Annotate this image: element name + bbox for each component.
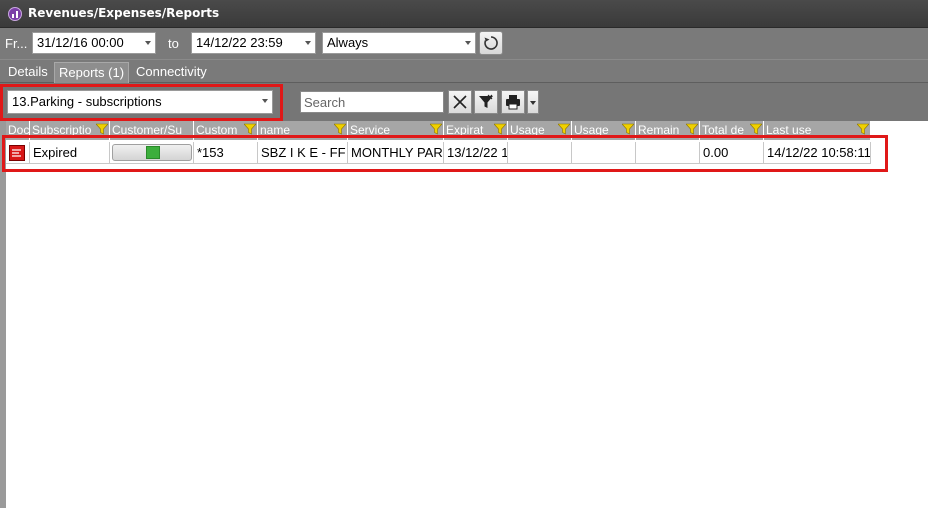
refresh-button[interactable] [479,31,503,55]
funnel-icon[interactable] [622,123,634,135]
grid-left-strip [0,121,6,508]
funnel-icon[interactable] [96,123,108,135]
refresh-icon [484,36,498,50]
funnel-icon[interactable] [686,123,698,135]
printer-icon [506,95,520,110]
close-icon [453,95,467,109]
date-filter-bar: Fr... 31/12/16 00:00 to 14/12/22 23:59 A… [0,28,928,59]
chevron-down-icon[interactable] [465,41,471,45]
funnel-icon[interactable] [334,123,346,135]
tab-connectivity[interactable]: Connectivity [132,62,211,84]
table-row[interactable]: Expired *153 SBZ I K E - FF MONTHLY PAR … [6,142,871,164]
customer-button[interactable] [112,144,192,161]
column-header-subscription[interactable]: Subscriptio [30,121,110,140]
column-header-usage-2[interactable]: Usage [572,121,636,140]
column-header-usage[interactable]: Usage [508,121,572,140]
report-select[interactable]: 13.Parking - subscriptions [7,90,273,114]
from-date-value: 31/12/16 00:00 [37,35,124,50]
column-header-customer[interactable]: Customer/Su [110,121,194,140]
funnel-icon[interactable] [430,123,442,135]
cell-customer[interactable] [110,142,194,164]
period-value: Always [327,35,369,50]
cell-last-use: 14/12/22 10:58:11 [764,142,871,164]
cell-total: 0.00 [700,142,764,164]
column-header-name[interactable]: name [258,121,348,140]
user-icon [146,146,160,159]
tab-bar: Details Reports (1) Connectivity [0,59,928,84]
to-date-value: 14/12/22 23:59 [196,35,283,50]
funnel-icon[interactable] [857,123,869,135]
search-input[interactable] [300,91,444,113]
print-button[interactable] [501,90,525,114]
report-toolbar: 13.Parking - subscriptions [0,83,928,121]
funnel-icon [479,94,493,108]
funnel-icon[interactable] [244,123,256,135]
to-label: to [168,36,179,51]
window-title: Revenues/Expenses/Reports [28,6,220,20]
chevron-down-icon[interactable] [262,99,268,103]
funnel-icon[interactable] [494,123,506,135]
chart-icon [8,7,22,21]
cell-customer-code: *153 [194,142,258,164]
column-header-expiration[interactable]: Expirat [444,121,508,140]
funnel-icon[interactable] [558,123,570,135]
to-date-combo[interactable]: 14/12/22 23:59 [191,32,316,54]
cell-service: MONTHLY PAR [348,142,444,164]
cell-expiration: 13/12/22 1 [444,142,508,164]
cell-usage [508,142,572,164]
clear-search-button[interactable] [448,90,472,114]
document-icon[interactable] [9,145,25,161]
column-header-service[interactable]: Service [348,121,444,140]
column-header-total[interactable]: Total de [700,121,764,140]
funnel-icon[interactable] [750,123,762,135]
title-bar: Revenues/Expenses/Reports [0,0,928,28]
cell-subscription: Expired [30,142,110,164]
period-select[interactable]: Always [322,32,476,54]
column-header-last-use[interactable]: Last use [764,121,871,140]
chevron-down-icon[interactable] [305,41,311,45]
column-header-remaining[interactable]: Remain [636,121,700,140]
cell-name: SBZ I K E - FF [258,142,348,164]
grid-header: Doc Subscriptio Customer/Su Custom name … [6,121,871,140]
cell-usage-2 [572,142,636,164]
column-header-doc[interactable]: Doc [6,121,30,140]
cell-remaining [636,142,700,164]
chevron-down-icon[interactable] [145,41,151,45]
filter-button[interactable] [474,90,498,114]
grid-area [0,121,928,508]
tab-reports[interactable]: Reports (1) [54,62,130,84]
from-label: Fr... [5,36,28,51]
cell-doc[interactable] [6,142,30,164]
column-header-customer-code[interactable]: Custom [194,121,258,140]
tab-details[interactable]: Details [4,62,52,84]
from-date-combo[interactable]: 31/12/16 00:00 [32,32,156,54]
app-window: Revenues/Expenses/Reports Fr... 31/12/16… [0,0,928,508]
print-options-dropdown[interactable] [527,90,539,114]
report-select-value: 13.Parking - subscriptions [12,94,162,109]
